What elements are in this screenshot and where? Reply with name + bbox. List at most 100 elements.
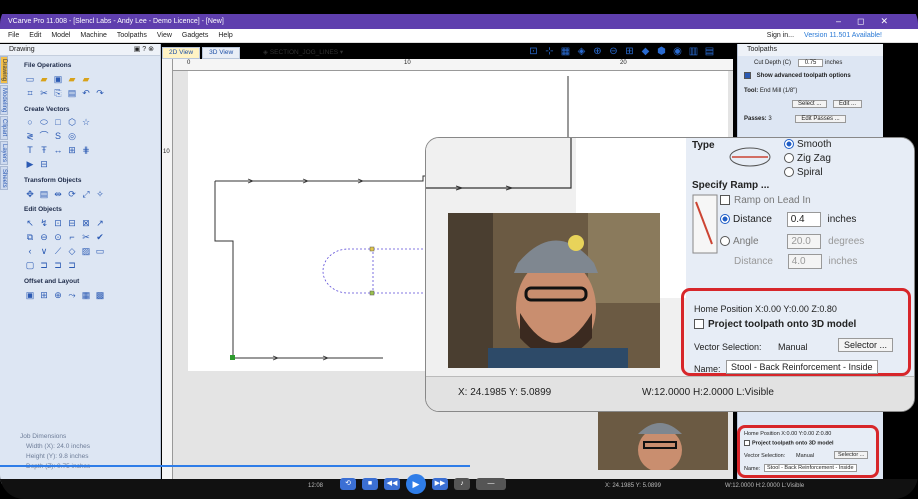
edit-passes-button[interactable]: Edit Passes ... — [795, 115, 846, 123]
tool-select-button[interactable]: Select ... — [792, 100, 828, 108]
tool-edit-button[interactable]: Edit ... — [833, 100, 863, 108]
small-name-input[interactable]: Stool - Back Reinforcement - Inside — [764, 464, 857, 472]
bracket2-icon[interactable]: ⊐ — [53, 260, 63, 270]
center-icon[interactable]: ◈ — [576, 46, 587, 57]
menu-machine[interactable]: Machine — [80, 32, 106, 39]
small-project-checkbox[interactable] — [744, 440, 750, 446]
spiral-icon[interactable]: ◎ — [67, 131, 77, 141]
menu-file[interactable]: File — [8, 32, 19, 39]
menu-edit[interactable]: Edit — [29, 32, 41, 39]
zoom-box-icon[interactable]: ⊡ — [528, 46, 539, 57]
fast-forward-icon[interactable]: ▶▶ — [432, 478, 448, 490]
frame-icon[interactable]: ▢ — [25, 260, 35, 270]
menu-help[interactable]: Help — [218, 32, 232, 39]
check-icon[interactable]: ✔ — [95, 232, 105, 242]
bracket-icon[interactable]: ⊐ — [39, 260, 49, 270]
minimize-button[interactable]: – — [836, 14, 841, 29]
volume-icon[interactable]: ♪ — [454, 478, 470, 490]
version-link[interactable]: Version 11.501 Available! — [804, 32, 882, 39]
star-icon[interactable]: ☆ — [81, 117, 91, 127]
tab-modeling[interactable]: Modeling — [0, 85, 8, 116]
small-selector-button[interactable]: Selector ... — [834, 451, 869, 459]
menu-model[interactable]: Model — [51, 32, 70, 39]
panel-icon[interactable]: ▤ — [704, 46, 715, 57]
distort-icon[interactable]: ✧ — [95, 189, 105, 199]
selector-button[interactable]: Selector ... — [838, 338, 894, 352]
bracket3-icon[interactable]: ⊐ — [67, 260, 77, 270]
copy-icon[interactable]: ⎘ — [53, 88, 63, 98]
node-edit-icon[interactable]: ↖ — [25, 218, 35, 228]
arrow-left-icon[interactable]: ‹ — [25, 246, 35, 256]
rotate-icon[interactable]: ⟳ — [67, 189, 77, 199]
radio-distance[interactable] — [720, 214, 730, 225]
volume-slider[interactable]: — — [476, 478, 506, 490]
smooth-node-icon[interactable]: ↯ — [39, 218, 49, 228]
radio-smooth[interactable]: Smooth — [784, 139, 831, 150]
box-icon[interactable]: ▭ — [95, 246, 105, 256]
view-mode-icon[interactable]: ◆ — [640, 46, 651, 57]
circle-icon[interactable]: ○ — [25, 117, 35, 127]
vcheck-icon[interactable]: ∨ — [39, 246, 49, 256]
fillet-icon[interactable]: ⌐ — [67, 232, 77, 242]
tab-drawing[interactable]: Drawing — [0, 56, 8, 85]
advanced-checkbox[interactable] — [744, 72, 751, 79]
open-file-icon[interactable]: ▰ — [39, 74, 49, 84]
ellipse-icon[interactable]: ⬭ — [39, 117, 49, 127]
zoom-in-icon[interactable]: ⊕ — [592, 46, 603, 57]
export-icon[interactable]: ▰ — [81, 74, 91, 84]
trim-icon[interactable]: ↗ — [95, 218, 105, 228]
move-icon[interactable]: ✥ — [25, 189, 35, 199]
radio-spiral-button[interactable] — [784, 167, 794, 178]
polyline-icon[interactable]: ≷ — [25, 131, 35, 141]
image-icon[interactable]: ▨ — [81, 246, 91, 256]
join-icon[interactable]: ⊠ — [81, 218, 91, 228]
dimension-icon[interactable]: ↔ — [53, 145, 63, 155]
scale-icon[interactable]: ⤢ — [81, 189, 91, 199]
save-icon[interactable]: ▣ — [53, 74, 63, 84]
prev-chapter-icon[interactable]: ⟲ — [340, 478, 356, 490]
grid-icon[interactable]: ⋕ — [81, 145, 91, 155]
plan-icon[interactable]: ▩ — [95, 290, 105, 300]
angle-input[interactable]: 20.0 — [787, 234, 822, 249]
tab-layers[interactable]: Layers — [0, 140, 8, 165]
play-icon[interactable]: ▶ — [406, 474, 426, 494]
tab-sheets[interactable]: Sheets — [0, 165, 8, 191]
snap-icon[interactable]: ⊹ — [544, 46, 555, 57]
radio-smooth-button[interactable] — [784, 139, 794, 150]
ungroup-icon[interactable]: ⊟ — [67, 218, 77, 228]
tabs-icon[interactable]: ⊟ — [39, 159, 49, 169]
folder-icon[interactable]: ▰ — [67, 74, 77, 84]
radio-zigzag-button[interactable] — [784, 153, 794, 164]
close-button[interactable]: ✕ — [880, 14, 888, 29]
signin-link[interactable]: Sign in... — [767, 32, 794, 39]
video-progress-bar[interactable] — [0, 465, 470, 467]
ramp-lead-in[interactable]: Ramp on Lead In — [720, 195, 811, 206]
undo-icon[interactable]: ↶ — [81, 88, 91, 98]
text-icon[interactable]: T — [25, 145, 35, 155]
intersect-icon[interactable]: ⊙ — [53, 232, 63, 242]
grid-toggle-icon[interactable]: ▦ — [560, 46, 571, 57]
material-icon[interactable]: ◉ — [672, 46, 683, 57]
redo-icon[interactable]: ↷ — [95, 88, 105, 98]
ramp-lead-checkbox[interactable] — [720, 195, 730, 206]
text-on-curve-icon[interactable]: Ŧ — [39, 145, 49, 155]
distance2-input[interactable]: 4.0 — [787, 254, 822, 269]
menu-view[interactable]: View — [157, 32, 172, 39]
project-row[interactable]: Project toolpath onto 3D model — [694, 319, 856, 330]
align-icon[interactable]: ▤ — [39, 189, 49, 199]
menu-toolpaths[interactable]: Toolpaths — [117, 32, 147, 39]
offset-icon[interactable]: ▣ — [25, 290, 35, 300]
zoom-out-icon[interactable]: ⊖ — [608, 46, 619, 57]
maximize-button[interactable]: ◻ — [857, 14, 864, 29]
group-icon[interactable]: ⊡ — [53, 218, 63, 228]
tab-clipart[interactable]: Clipart — [0, 116, 8, 140]
arc-icon[interactable]: ⌒ — [39, 131, 49, 141]
pin-icon[interactable]: ▣ ? ⊗ — [134, 44, 154, 56]
layers-toggle-icon[interactable]: ⬢ — [656, 46, 667, 57]
fill-icon[interactable]: ▶ — [25, 159, 35, 169]
radio-spiral[interactable]: Spiral — [784, 167, 823, 178]
project-checkbox[interactable] — [694, 319, 704, 330]
name-input[interactable]: Stool - Back Reinforcement - Inside — [726, 360, 878, 374]
line-tool-icon[interactable]: ⟋ — [53, 246, 63, 256]
table-icon[interactable]: ⊞ — [67, 145, 77, 155]
